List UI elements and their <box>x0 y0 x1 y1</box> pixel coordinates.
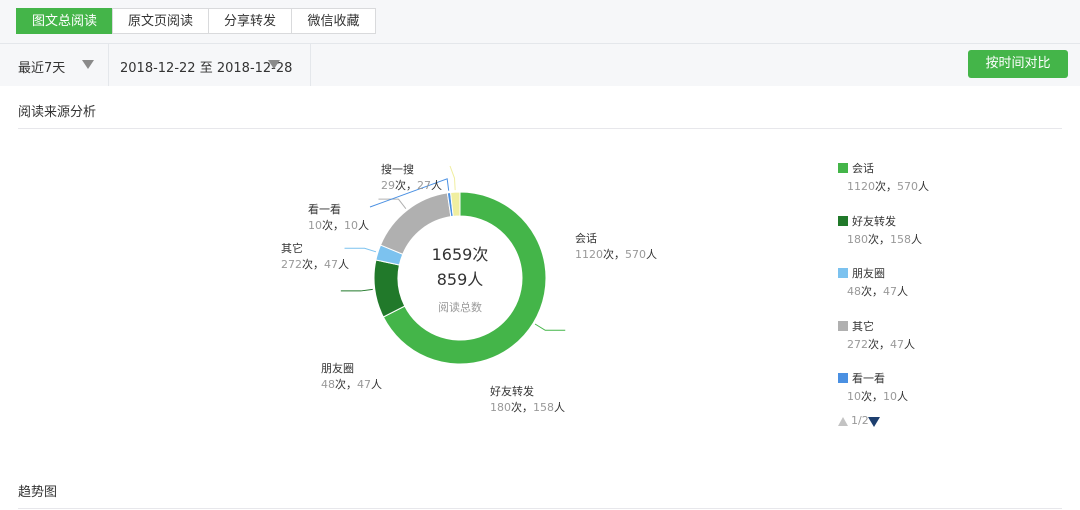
slice-label-top-stories: 看一看 <box>308 202 341 216</box>
donut-slice-friend-forward[interactable] <box>373 259 406 318</box>
center-caption: 阅读总数 <box>438 300 482 314</box>
slice-value-other: 272次，47人 <box>281 257 349 271</box>
legend-name: 其它 <box>852 319 874 333</box>
leader-line-search <box>449 165 456 191</box>
center-total-reads: 1659次 <box>432 245 489 264</box>
legend-value: 272次，47人 <box>847 337 915 351</box>
slice-value-moments: 48次，47人 <box>321 377 382 391</box>
pager-text: 1/2 <box>851 414 869 427</box>
pager-down-icon[interactable] <box>868 417 880 427</box>
legend-item-friend-forward[interactable]: 好友转发 180次，158人 <box>838 213 1038 253</box>
slice-label-friend-forward: 好友转发 <box>490 384 534 398</box>
legend-name: 朋友圈 <box>852 267 885 280</box>
legend-swatch <box>838 215 848 226</box>
legend-value: 48次，47人 <box>847 285 908 298</box>
leader-line-moments <box>344 247 377 253</box>
pager-up-icon[interactable] <box>838 417 848 426</box>
legend-swatch <box>838 163 848 173</box>
legend-swatch <box>838 268 848 278</box>
slice-value-search: 29次，27人 <box>381 178 442 192</box>
leader-line-other <box>378 198 407 209</box>
legend-name: 好友转发 <box>852 214 896 228</box>
slice-label-search: 搜一搜 <box>381 162 414 176</box>
legend-item-other[interactable]: 其它 272次，47人 <box>838 318 1038 358</box>
legend-item-session[interactable]: 会话 1120次，570人 <box>838 160 1038 200</box>
legend-swatch <box>838 373 848 383</box>
slice-label-session: 会话 <box>575 232 597 245</box>
legend-swatch <box>838 320 848 331</box>
center-total-users: 859人 <box>437 270 484 289</box>
donut-chart: 会话 1120次，570人好友转发 180次，158人 朋友圈 48次，47人 其它 272… <box>281 162 657 414</box>
slice-label-other: 其它 <box>281 241 303 255</box>
legend-value: 10次，10人 <box>847 390 908 403</box>
slice-value-session: 1120次，570人 <box>575 247 657 261</box>
legend-value: 180次，158人 <box>847 232 922 246</box>
divider <box>18 508 1062 509</box>
legend-item-moments[interactable]: 朋友圈 48次，47人 <box>838 265 1038 305</box>
slice-label-moments: 朋友圈 <box>321 361 354 375</box>
legend-name: 会话 <box>852 162 874 175</box>
leader-line-session <box>534 323 566 331</box>
leader-line-friend-forward <box>340 288 373 292</box>
slice-value-friend-forward: 180次，158人 <box>490 400 565 414</box>
section-title-trend: 趋势图 <box>18 485 58 500</box>
slice-value-top-stories: 10次，10人 <box>308 218 369 232</box>
legend-name: 看一看 <box>852 372 885 385</box>
legend-item-top-stories[interactable]: 看一看 10次，10人 <box>838 370 1038 410</box>
legend-value: 1120次，570人 <box>847 180 929 193</box>
